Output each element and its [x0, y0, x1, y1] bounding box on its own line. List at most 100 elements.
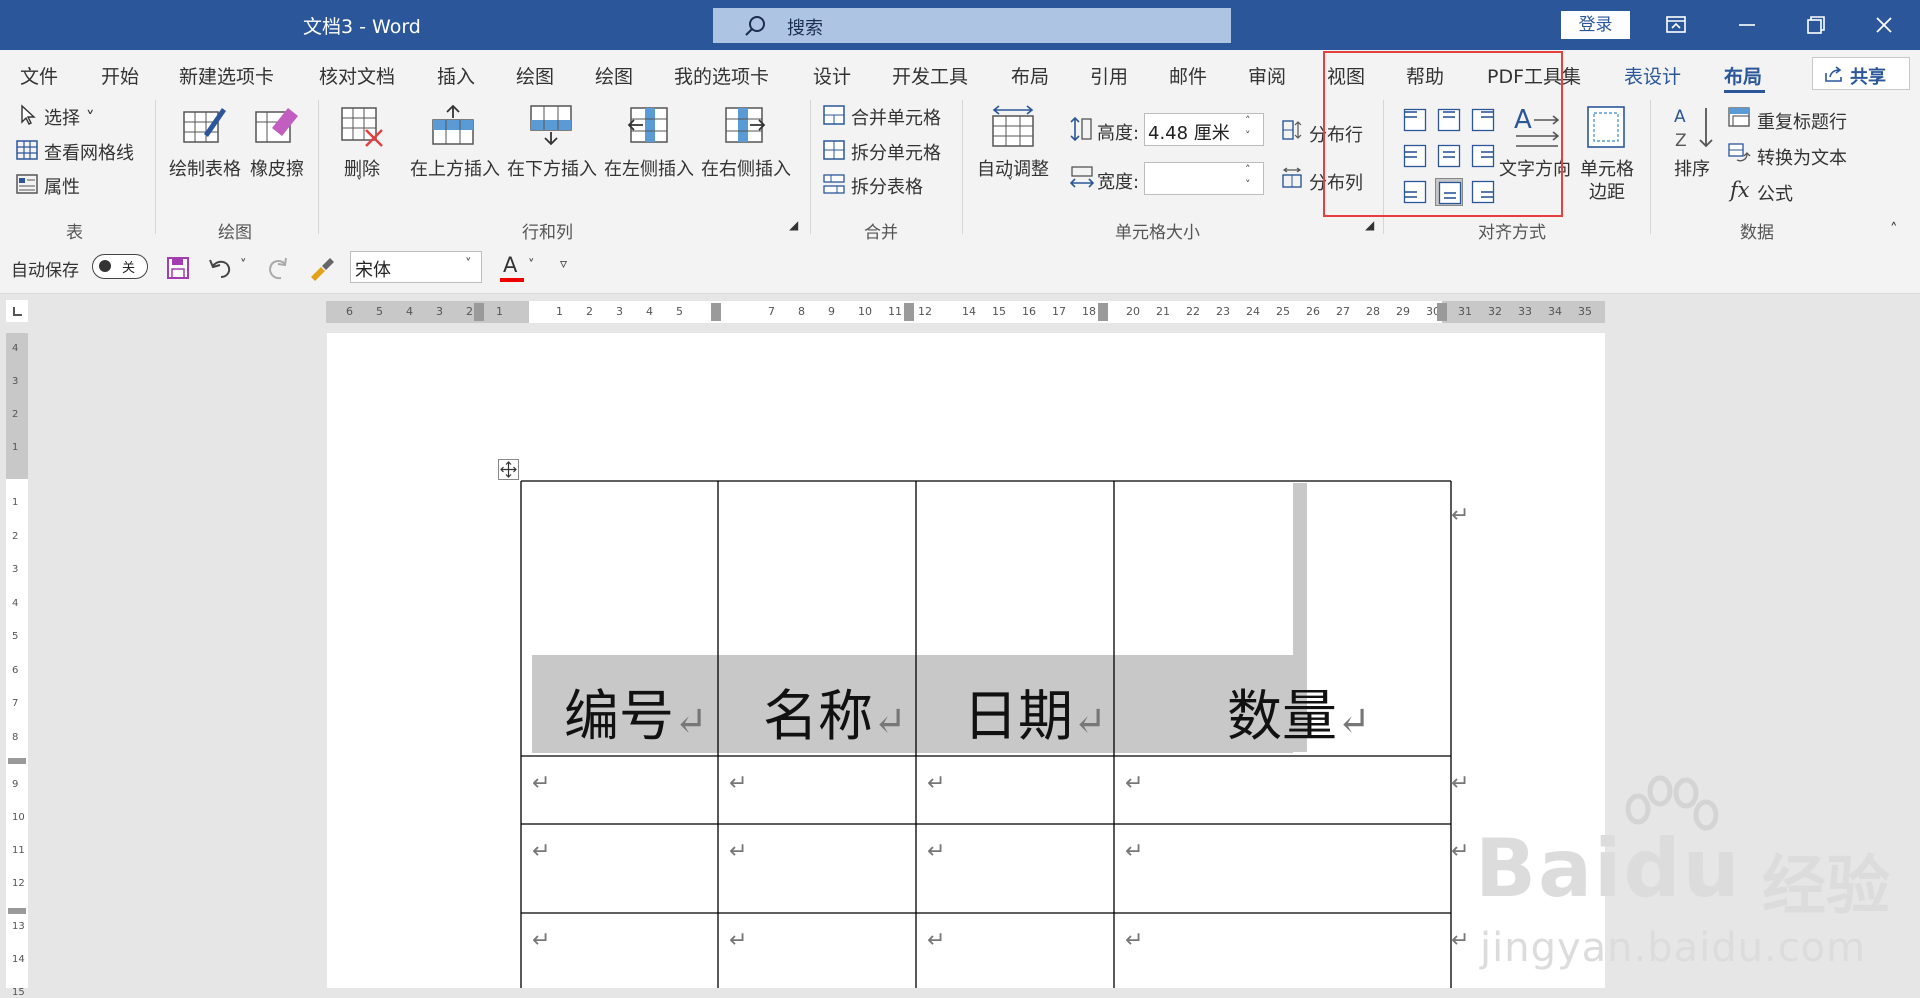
tab-my[interactable]: 我的选项卡	[674, 62, 769, 89]
ruler-row-marker[interactable]	[8, 758, 26, 764]
spin-up-icon[interactable]: ˄	[1245, 114, 1251, 127]
insert-left-icon	[627, 107, 668, 143]
width-input[interactable]: ˄ ˅	[1144, 162, 1264, 195]
chevron-down-icon: ˅	[465, 257, 472, 272]
formula-button[interactable]: 公式	[1757, 180, 1793, 206]
cell-paragraph-mark[interactable]: ↵	[729, 839, 747, 864]
document-page[interactable]: 编号↵ 名称↵ 日期↵ 数量↵ ↵ ↵ ↵ ↵ ↵ ↵ ↵ ↵ ↵ ↵ ↵ ↵ ↵ ↵ ↵ ↵	[327, 333, 1605, 988]
delete-dropdown-icon[interactable]: ˅	[356, 176, 363, 191]
tab-selector-icon[interactable]	[6, 300, 28, 322]
eraser-button[interactable]: 橡皮擦	[250, 155, 304, 181]
view-gridlines-button[interactable]: 查看网格线	[44, 139, 134, 165]
repeat-header-button[interactable]: 重复标题行	[1757, 108, 1847, 134]
font-color-button[interactable]: A	[500, 253, 524, 284]
insert-above-button[interactable]: 在上方插入	[410, 155, 500, 181]
cell-paragraph-mark[interactable]: ↵	[1125, 928, 1143, 953]
login-button[interactable]: 登录	[1561, 11, 1630, 39]
save-icon[interactable]	[166, 256, 190, 280]
spin-down-icon[interactable]: ˅	[1245, 178, 1251, 191]
minimize-icon[interactable]	[1727, 8, 1767, 42]
ruler-number: 25	[1276, 305, 1290, 318]
close-icon[interactable]	[1864, 8, 1904, 42]
cell-paragraph-mark[interactable]: ↵	[729, 771, 747, 796]
cell-paragraph-mark[interactable]: ↵	[1125, 839, 1143, 864]
format-painter-icon[interactable]	[308, 255, 336, 281]
horizontal-ruler[interactable]: 6 5 4 3 2 1 1 2 3 4 5 7 8 9 10 11 12 14 15 16 17 18 20 21 22 23 24…	[326, 301, 1605, 323]
cell-paragraph-mark[interactable]: ↵	[1125, 771, 1143, 796]
merge-cells-button[interactable]: 合并单元格	[851, 104, 941, 130]
insert-below-button[interactable]: 在下方插入	[507, 155, 597, 181]
tab-layout[interactable]: 布局	[1011, 62, 1049, 89]
ruler-number: 31	[1458, 305, 1472, 318]
ribbon-display-icon[interactable]	[1656, 8, 1696, 42]
ruler-number: 28	[1366, 305, 1380, 318]
height-input[interactable]: 4.48 厘米 ˄ ˅	[1144, 113, 1264, 146]
ruler-column-marker[interactable]	[711, 303, 721, 321]
tab-draw-2[interactable]: 绘图	[595, 62, 633, 89]
tab-table-layout[interactable]: 布局	[1724, 62, 1762, 89]
tab-mailings[interactable]: 邮件	[1169, 62, 1207, 89]
spin-up-icon[interactable]: ˄	[1245, 163, 1251, 176]
header-cell-number[interactable]: 编号↵	[564, 671, 708, 751]
share-button[interactable]: 共享	[1812, 57, 1910, 90]
tab-new[interactable]: 新建选项卡	[179, 62, 274, 89]
ruler-number: 4	[12, 343, 19, 354]
ruler-row-marker[interactable]	[8, 908, 26, 914]
collapse-ribbon-icon[interactable]: ˄	[1890, 220, 1898, 238]
cell-paragraph-mark[interactable]: ↵	[927, 839, 945, 864]
ruler-column-marker[interactable]	[904, 303, 914, 321]
header-cell-name[interactable]: 名称↵	[763, 671, 907, 751]
tab-review[interactable]: 审阅	[1248, 62, 1286, 89]
tab-proof[interactable]: 核对文档	[319, 62, 395, 89]
ruler-column-marker[interactable]	[1437, 303, 1447, 321]
undo-dropdown-icon[interactable]: ˅	[240, 258, 247, 273]
tab-references[interactable]: 引用	[1090, 62, 1128, 89]
font-name-select[interactable]: 宋体 ˅	[350, 251, 482, 283]
group-label-alignment: 对齐方式	[1478, 223, 1546, 243]
tab-developer[interactable]: 开发工具	[892, 62, 968, 89]
tab-design[interactable]: 设计	[813, 62, 851, 89]
ruler-column-marker[interactable]	[1098, 303, 1108, 321]
cell-paragraph-mark[interactable]: ↵	[927, 771, 945, 796]
tab-home[interactable]: 开始	[101, 62, 139, 89]
cell-paragraph-mark[interactable]: ↵	[532, 839, 550, 864]
dialog-launcher-icon[interactable]: ◢	[789, 218, 798, 232]
undo-icon[interactable]	[207, 256, 233, 280]
tab-file[interactable]: 文件	[20, 62, 58, 89]
vertical-ruler[interactable]: 4 3 2 1 1 2 3 4 5 6 7 8 9 10 11 12 13 14 15	[6, 333, 28, 998]
autofit-dropdown-icon[interactable]: ˅	[1007, 176, 1014, 191]
window-title: 文档3 - Word	[303, 16, 421, 38]
ruler-number: 17	[1052, 305, 1066, 318]
autosave-toggle[interactable]: 关	[92, 254, 148, 279]
header-cell-date[interactable]: 日期↵	[963, 671, 1107, 751]
tab-table-design[interactable]: 表设计	[1624, 62, 1681, 89]
tab-insert[interactable]: 插入	[437, 62, 475, 89]
cell-paragraph-mark[interactable]: ↵	[532, 928, 550, 953]
ruler-column-marker[interactable]	[474, 303, 484, 321]
split-table-button[interactable]: 拆分表格	[851, 173, 923, 199]
tab-draw-1[interactable]: 绘图	[516, 62, 554, 89]
insert-left-button[interactable]: 在左侧插入	[604, 155, 694, 181]
properties-button[interactable]: 属性	[44, 173, 80, 199]
distribute-columns-icon	[1282, 167, 1302, 188]
cell-paragraph-mark[interactable]: ↵	[927, 928, 945, 953]
cell-paragraph-mark[interactable]: ↵	[729, 928, 747, 953]
font-color-dropdown-icon[interactable]: ˅	[528, 258, 535, 273]
spin-down-icon[interactable]: ˅	[1245, 129, 1251, 142]
cell-paragraph-mark[interactable]: ↵	[532, 771, 550, 796]
restore-icon[interactable]	[1795, 8, 1835, 42]
redo-icon[interactable]	[265, 256, 291, 282]
select-button[interactable]: 选择 ˅	[44, 104, 95, 130]
convert-to-text-button[interactable]: 转换为文本	[1757, 144, 1847, 170]
search-box[interactable]: 搜索	[713, 8, 1231, 43]
distribute-rows-icon	[1282, 120, 1302, 140]
header-cell-quantity[interactable]: 数量↵	[1227, 671, 1371, 751]
split-cells-button[interactable]: 拆分单元格	[851, 139, 941, 165]
insert-right-button[interactable]: 在右侧插入	[701, 155, 791, 181]
cell-margins-button-line2[interactable]: 边距	[1589, 178, 1625, 204]
customize-qat-icon[interactable]: ▿	[560, 256, 567, 272]
sort-button[interactable]: 排序	[1674, 155, 1710, 181]
draw-table-button[interactable]: 绘制表格	[169, 155, 241, 181]
insert-above-icon	[432, 104, 474, 145]
dialog-launcher-icon[interactable]: ◢	[1365, 218, 1374, 232]
